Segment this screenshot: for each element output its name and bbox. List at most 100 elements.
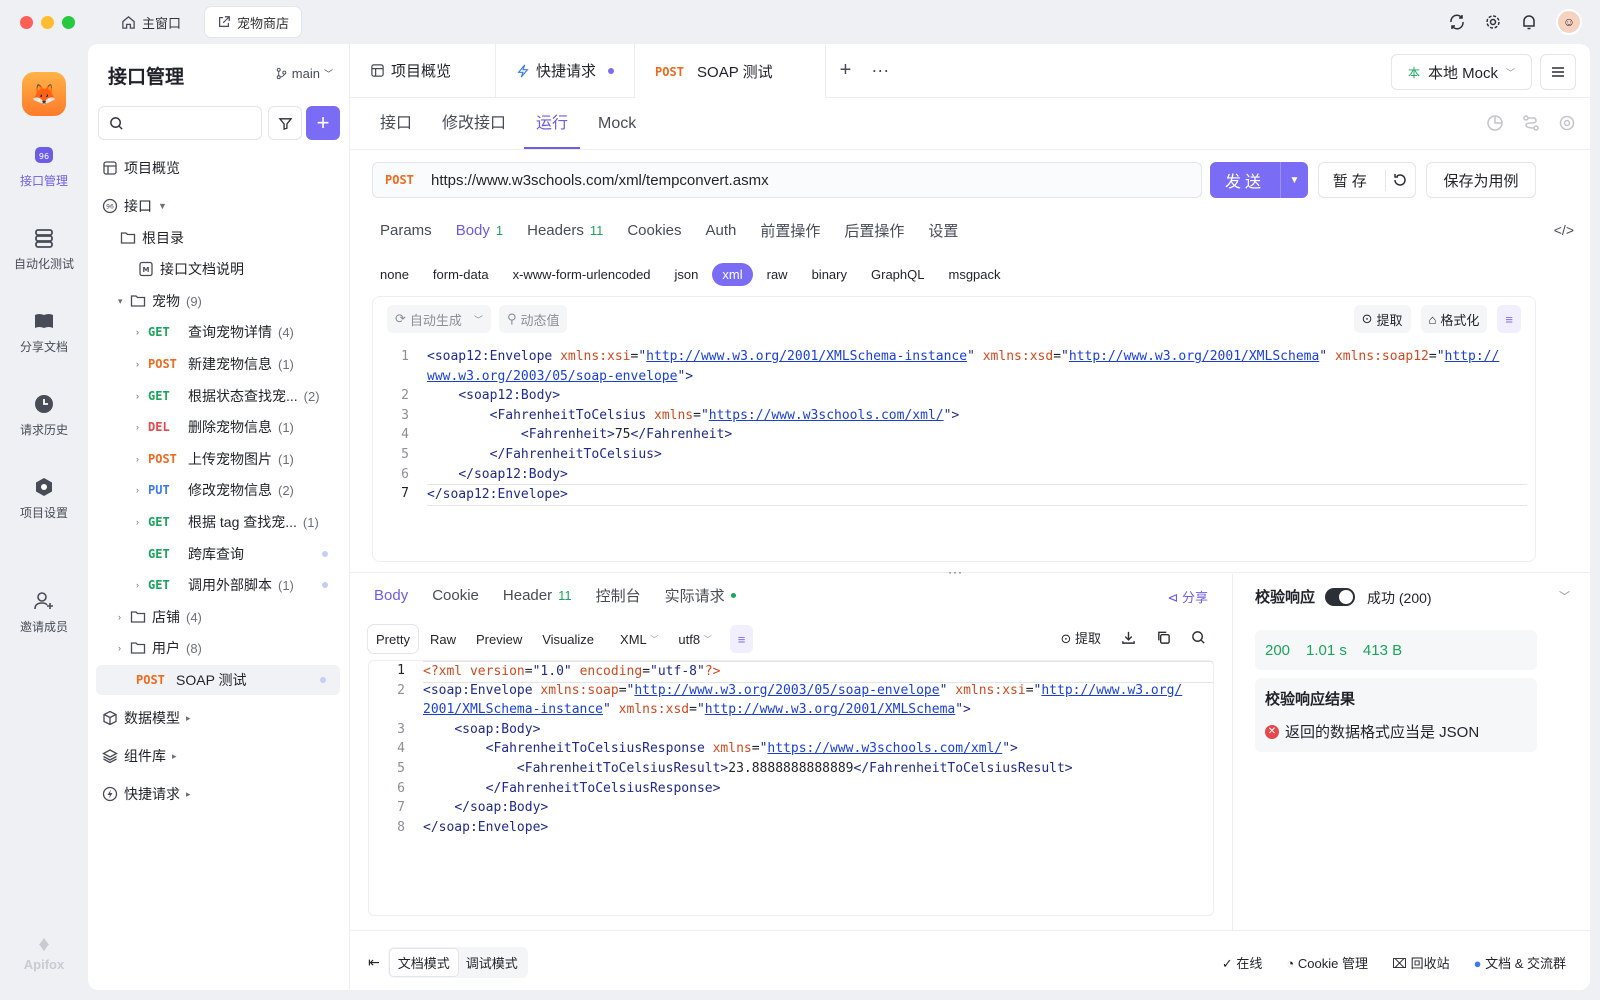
- tree-item-components[interactable]: 组件库 ▸: [88, 741, 350, 771]
- tab-soap-test[interactable]: POST SOAP 测试: [635, 44, 826, 98]
- validate-toggle[interactable]: [1325, 587, 1356, 606]
- body-type-urlencoded[interactable]: x-www-form-urlencoded: [503, 263, 661, 286]
- branch-selector[interactable]: main ﹀: [275, 66, 333, 81]
- tab-project-overview[interactable]: 项目概览: [350, 44, 497, 98]
- docs-community-link[interactable]: ● 文档 & 交流群: [1474, 953, 1566, 972]
- response-tab-body[interactable]: Body: [362, 587, 420, 604]
- settings-icon[interactable]: [1558, 114, 1576, 132]
- response-tab-cookie[interactable]: Cookie: [420, 587, 491, 604]
- tree-endpoint[interactable]: › GET 调用外部脚本 (1): [88, 570, 350, 600]
- save-as-case-button[interactable]: 保存为用例: [1426, 162, 1536, 198]
- response-tab-console[interactable]: 控制台: [584, 585, 653, 606]
- view-preview[interactable]: Preview: [468, 625, 530, 653]
- reset-icon[interactable]: [1386, 172, 1415, 188]
- rail-item-api-management[interactable]: 96 接口管理: [0, 144, 88, 189]
- panel-divider[interactable]: [350, 572, 1590, 573]
- dynamic-value-button[interactable]: ⚲ 动态值: [498, 305, 568, 333]
- chevron-down-icon[interactable]: ▼: [1280, 162, 1308, 198]
- body-type-graphql[interactable]: GraphQL: [861, 263, 934, 286]
- send-button[interactable]: 发送 ▼: [1210, 162, 1308, 198]
- encoding-select[interactable]: utf8 ﹀: [670, 625, 719, 653]
- mode-docs[interactable]: 文档模式: [389, 949, 458, 976]
- collapse-sidebar-icon[interactable]: ⇤: [368, 954, 380, 971]
- environment-selector[interactable]: 本 本地 Mock ﹀: [1390, 54, 1532, 90]
- method-select[interactable]: POST: [385, 173, 431, 187]
- view-visualize[interactable]: Visualize: [534, 625, 602, 653]
- bell-icon[interactable]: [1520, 13, 1538, 31]
- tree-endpoint[interactable]: GET 跨库查询: [88, 539, 350, 569]
- chevron-down-icon[interactable]: ﹀: [1559, 588, 1570, 604]
- tree-endpoint[interactable]: › GET 查询宠物详情 (4): [88, 317, 350, 347]
- rail-item-automation[interactable]: 自动化测试: [0, 227, 88, 272]
- cookie-manager-link[interactable]: ◔ Cookie 管理: [1286, 953, 1368, 972]
- new-tab-button[interactable]: +: [826, 59, 866, 82]
- body-type-xml[interactable]: xml: [712, 262, 753, 286]
- format-button[interactable]: ⌂ 格式化: [1420, 305, 1488, 333]
- tree-folder-users[interactable]: › 用户 (8): [88, 633, 350, 663]
- body-type-binary[interactable]: binary: [802, 263, 857, 286]
- tree-endpoint[interactable]: › POST 上传宠物图片 (1): [88, 444, 350, 474]
- word-wrap-icon[interactable]: ≡: [1497, 305, 1521, 333]
- maximize-window-button[interactable]: [62, 15, 75, 29]
- tab-pre-actions[interactable]: 前置操作: [748, 212, 832, 248]
- tree-item-doc-readme[interactable]: M 接口文档说明: [88, 254, 350, 284]
- view-raw[interactable]: Raw: [422, 625, 464, 653]
- tab-post-actions[interactable]: 后置操作: [832, 212, 916, 248]
- word-wrap-icon[interactable]: ≡: [729, 625, 754, 653]
- online-status[interactable]: ✓ 在线: [1222, 953, 1263, 972]
- gear-icon[interactable]: [1484, 13, 1502, 31]
- menu-button[interactable]: [1540, 54, 1576, 90]
- close-window-button[interactable]: [20, 15, 33, 29]
- rail-item-project-settings[interactable]: 项目设置: [0, 476, 88, 521]
- tree-endpoint[interactable]: › DEL 删除宠物信息 (1): [88, 412, 350, 442]
- body-type-json[interactable]: json: [665, 263, 709, 286]
- language-select[interactable]: XML ﹀: [612, 625, 666, 653]
- tab-body[interactable]: Body 1: [444, 212, 515, 248]
- recycle-bin-link[interactable]: ⌧ 回收站: [1392, 953, 1450, 972]
- tree-item-apis[interactable]: 96 接口 ▼: [88, 191, 350, 221]
- request-body-editor[interactable]: ⟳ 自动生成 ﹀ ⚲ 动态值 ⊙ 提取 ⌂ 格式化 ≡ 1 <soap12:Enve…: [372, 296, 1536, 562]
- share-button[interactable]: ⊲ 分享: [1167, 587, 1208, 606]
- tree-folder-pets[interactable]: ▾ 宠物 (9): [88, 286, 350, 316]
- tab-cookies[interactable]: Cookies: [615, 212, 693, 248]
- tree-item-data-models[interactable]: 数据模型 ▸: [88, 703, 350, 733]
- body-type-msgpack[interactable]: msgpack: [938, 263, 1010, 286]
- tree-endpoint[interactable]: › GET 根据 tag 查找宠... (1): [88, 507, 350, 537]
- avatar[interactable]: ☺: [1556, 9, 1582, 35]
- tree-endpoint[interactable]: › PUT 修改宠物信息 (2): [88, 475, 350, 505]
- tree-search-input[interactable]: [98, 106, 262, 140]
- minimize-window-button[interactable]: [41, 15, 54, 29]
- tab-settings[interactable]: 设置: [916, 212, 970, 248]
- extract-button[interactable]: ⊙ 提取: [1060, 628, 1101, 647]
- download-icon[interactable]: [1121, 630, 1136, 645]
- subtab-run[interactable]: 运行: [524, 109, 581, 149]
- more-icon[interactable]: ···: [865, 60, 895, 81]
- subtab-mock[interactable]: Mock: [586, 115, 648, 149]
- tree-endpoint-selected[interactable]: POST SOAP 测试: [96, 665, 340, 695]
- tree-folder-stores[interactable]: › 店铺 (4): [88, 602, 350, 632]
- search-icon[interactable]: [1191, 630, 1206, 645]
- filter-button[interactable]: [268, 106, 302, 140]
- url-input[interactable]: https://www.w3schools.com/xml/tempconver…: [431, 172, 769, 189]
- body-type-raw[interactable]: raw: [757, 263, 798, 286]
- sync-icon[interactable]: [1448, 13, 1466, 31]
- tab-headers[interactable]: Headers 11: [515, 212, 615, 248]
- tree-item-root[interactable]: 根目录: [88, 223, 350, 253]
- response-tab-header[interactable]: Header 11: [491, 587, 584, 604]
- window-tab-home[interactable]: 主窗口: [109, 7, 193, 37]
- tree-item-project-overview[interactable]: 项目概览: [88, 153, 350, 183]
- window-tab-project[interactable]: 宠物商店: [205, 7, 302, 37]
- chart-pie-icon[interactable]: [1486, 114, 1504, 132]
- rail-item-invite[interactable]: 邀请成员: [0, 590, 88, 635]
- body-type-form-data[interactable]: form-data: [423, 263, 499, 286]
- tab-auth[interactable]: Auth: [694, 212, 749, 248]
- tree-item-quick-requests[interactable]: 快捷请求 ▸: [88, 779, 350, 809]
- response-body-viewer[interactable]: 1 <?xml version="1.0" encoding="utf-8"?>…: [368, 660, 1214, 916]
- subtab-edit[interactable]: 修改接口: [430, 109, 518, 149]
- stash-button[interactable]: 暂存: [1318, 162, 1416, 198]
- mode-debug[interactable]: 调试模式: [458, 949, 526, 976]
- url-bar[interactable]: POST https://www.w3schools.com/xml/tempc…: [372, 162, 1202, 198]
- view-pretty[interactable]: Pretty: [368, 625, 418, 653]
- tree-endpoint[interactable]: › GET 根据状态查找宠... (2): [88, 381, 350, 411]
- body-type-none[interactable]: none: [370, 263, 419, 286]
